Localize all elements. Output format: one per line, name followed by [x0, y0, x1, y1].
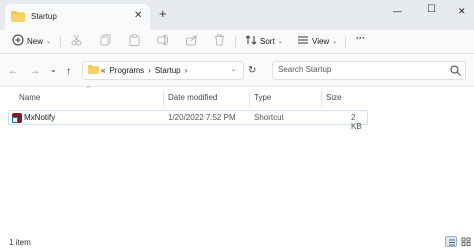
column-divider[interactable]	[249, 91, 250, 106]
cut-button[interactable]	[71, 34, 82, 48]
breadcrumb-separator: ›	[184, 66, 188, 75]
sort-indicator: ^	[87, 86, 90, 92]
tiles-view-button[interactable]	[460, 236, 472, 247]
column-divider[interactable]	[163, 91, 164, 106]
share-button[interactable]	[186, 34, 198, 48]
details-view-button[interactable]	[445, 236, 457, 247]
paste-icon	[129, 34, 140, 48]
folder-icon	[11, 11, 25, 24]
file-list: ^ Name Date modified Type Size MxNotify …	[0, 86, 474, 232]
delete-icon	[214, 34, 225, 48]
file-row[interactable]: MxNotify 1/20/2022 7:52 PM Shortcut 2 KB	[8, 110, 368, 131]
paste-button[interactable]	[129, 34, 140, 48]
folder-icon	[88, 65, 99, 76]
title-bar: Startup ✕ + — ☐ ✕	[0, 0, 474, 30]
breadcrumb: « Programs › Startup ›	[101, 66, 187, 75]
file-date: 1/20/2022 7:52 PM	[168, 113, 236, 122]
column-divider[interactable]	[321, 91, 322, 106]
plus-circle-icon	[12, 34, 24, 48]
navigation-bar: ← → ⌄ ↑ « Programs › Startup › ⌄ ↻	[0, 54, 474, 87]
search-input[interactable]	[278, 65, 443, 74]
column-header-size[interactable]: Size	[326, 93, 342, 102]
file-size: 2 KB	[351, 113, 362, 131]
column-header-type[interactable]: Type	[254, 93, 271, 102]
new-button-label: New	[27, 36, 44, 46]
chevron-down-icon: ⌄	[46, 38, 52, 45]
more-options-button[interactable]: ···	[356, 33, 365, 43]
view-button-label: View	[312, 36, 330, 46]
recent-locations-button[interactable]: ⌄	[50, 65, 57, 74]
search-icon	[450, 65, 461, 78]
rename-button[interactable]	[157, 34, 169, 48]
tab-startup[interactable]: Startup ✕	[5, 4, 150, 30]
delete-button[interactable]	[214, 34, 225, 48]
sort-button[interactable]: Sort ⌄	[245, 34, 283, 48]
column-header-date[interactable]: Date modified	[168, 93, 217, 102]
breadcrumb-overflow[interactable]: «	[101, 66, 105, 75]
copy-icon	[100, 34, 111, 48]
command-bar: New ⌄ Sort ⌄ View ⌄ ···	[0, 30, 474, 54]
breadcrumb-item-programs[interactable]: Programs	[109, 66, 144, 75]
maximize-button[interactable]: ☐	[427, 4, 436, 15]
chevron-down-icon: ⌄	[277, 38, 283, 45]
share-icon	[186, 34, 198, 48]
shortcut-app-icon	[12, 113, 22, 123]
breadcrumb-separator: ›	[148, 66, 151, 75]
sort-button-label: Sort	[260, 36, 275, 46]
back-button[interactable]: ←	[8, 66, 18, 77]
divider	[60, 36, 61, 48]
tab-title: Startup	[31, 12, 57, 21]
chevron-down-icon[interactable]: ⌄	[231, 66, 236, 73]
chevron-down-icon: ⌄	[332, 38, 338, 45]
view-button[interactable]: View ⌄	[297, 34, 337, 48]
status-bar: 1 item	[0, 232, 474, 250]
address-bar[interactable]: « Programs › Startup › ⌄	[82, 61, 244, 80]
up-button[interactable]: ↑	[66, 66, 71, 77]
rename-icon	[157, 34, 169, 48]
file-name: MxNotify	[24, 113, 56, 122]
divider	[345, 36, 346, 48]
close-tab-icon[interactable]: ✕	[134, 10, 142, 21]
search-box[interactable]	[272, 61, 466, 80]
new-tab-button[interactable]: +	[159, 6, 167, 21]
copy-button[interactable]	[100, 34, 111, 48]
column-header-name[interactable]: Name	[19, 93, 40, 102]
file-type: Shortcut	[254, 113, 284, 122]
minimize-button[interactable]: —	[393, 6, 402, 16]
new-button[interactable]: New ⌄	[12, 34, 51, 48]
refresh-button[interactable]: ↻	[248, 65, 256, 76]
cut-icon	[71, 34, 82, 48]
breadcrumb-item-startup[interactable]: Startup	[155, 66, 181, 75]
item-count: 1 item	[9, 238, 31, 247]
sort-icon	[245, 34, 257, 48]
divider	[235, 36, 236, 48]
forward-button[interactable]: →	[30, 66, 40, 77]
close-window-button[interactable]: ✕	[458, 6, 466, 17]
view-icon	[297, 34, 309, 48]
